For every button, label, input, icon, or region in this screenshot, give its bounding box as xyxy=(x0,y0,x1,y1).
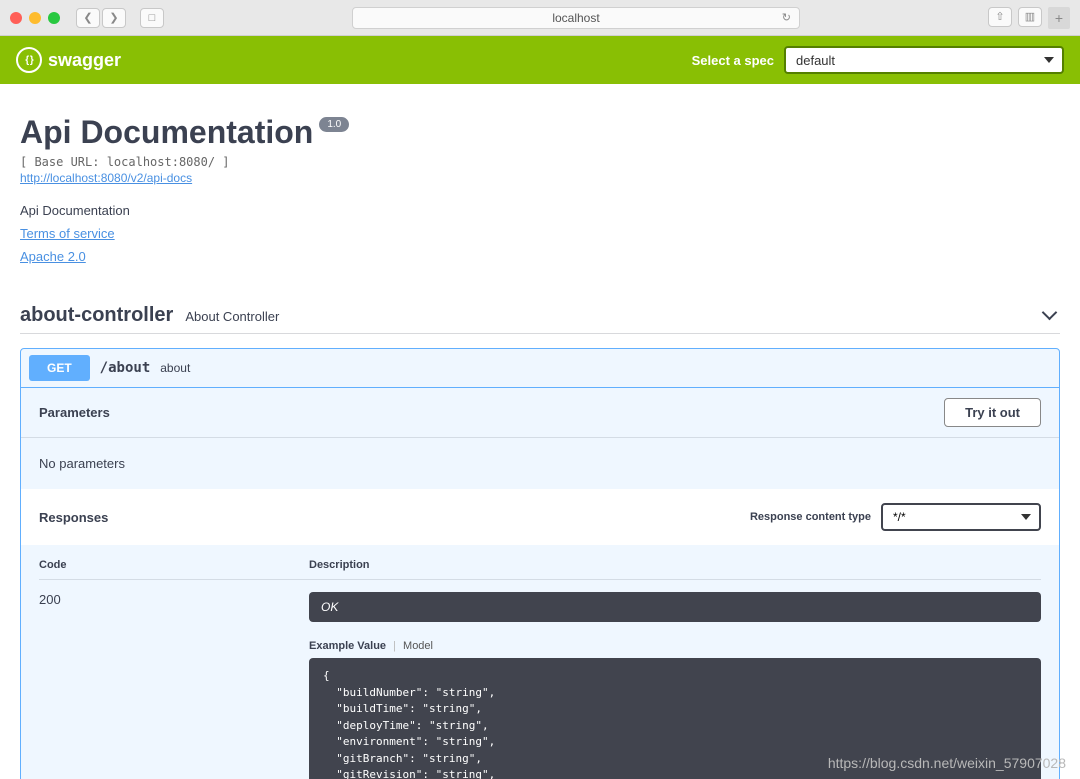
brand-text: swagger xyxy=(48,50,121,71)
back-button[interactable]: ❮ xyxy=(76,8,100,28)
response-row: 200 OK Example Value | Model { "buildNum… xyxy=(39,580,1041,779)
tag-name: about-controller xyxy=(20,304,173,327)
share-button[interactable]: ⇧ xyxy=(988,7,1012,27)
response-content-type: Response content type */* xyxy=(750,503,1041,531)
tag-section: about-controller About Controller GET /a… xyxy=(20,304,1060,779)
parameters-label: Parameters xyxy=(39,405,110,420)
browser-right-icons: ⇧ ▥ + xyxy=(988,7,1070,29)
tab-example-value[interactable]: Example Value xyxy=(309,640,386,652)
operation-block: GET /about about Parameters Try it out N… xyxy=(20,348,1060,779)
method-badge: GET xyxy=(29,355,90,381)
maximize-window-button[interactable] xyxy=(48,12,60,24)
forward-button[interactable]: ❯ xyxy=(102,8,126,28)
responses-header: Responses Response content type */* xyxy=(21,489,1059,545)
api-description: Api Documentation xyxy=(20,203,1060,218)
col-description-header: Description xyxy=(309,559,370,571)
operation-description: about xyxy=(160,361,190,375)
response-code: 200 xyxy=(39,592,309,779)
swagger-icon: { } xyxy=(16,47,42,73)
traffic-lights xyxy=(10,12,60,24)
license-link[interactable]: Apache 2.0 xyxy=(20,249,1060,264)
version-badge: 1.0 xyxy=(319,117,349,132)
url-bar[interactable]: localhost ↻ xyxy=(352,7,800,29)
new-tab-button[interactable]: + xyxy=(1048,7,1070,29)
swagger-logo: { } swagger xyxy=(16,47,121,73)
try-it-out-button[interactable]: Try it out xyxy=(944,398,1041,427)
tag-description: About Controller xyxy=(185,309,279,324)
watermark: https://blog.csdn.net/weixin_57907028 xyxy=(828,755,1066,771)
response-description: OK xyxy=(309,592,1041,622)
refresh-icon[interactable]: ↻ xyxy=(782,11,791,24)
col-code-header: Code xyxy=(39,559,309,571)
example-tabs: Example Value | Model xyxy=(309,640,1041,652)
title-row: Api Documentation 1.0 xyxy=(20,114,1060,151)
close-window-button[interactable] xyxy=(10,12,22,24)
nav-buttons: ❮ ❯ xyxy=(76,8,126,28)
api-title: Api Documentation xyxy=(20,114,313,151)
content-type-dropdown[interactable]: */* xyxy=(881,503,1041,531)
spec-dropdown[interactable]: default xyxy=(784,46,1064,74)
responses-table: Code Description 200 OK Example Value | … xyxy=(21,545,1059,779)
tag-header[interactable]: about-controller About Controller xyxy=(20,304,1060,334)
parameters-header: Parameters Try it out xyxy=(21,388,1059,438)
tab-model[interactable]: Model xyxy=(403,640,433,652)
no-parameters-text: No parameters xyxy=(21,438,1059,489)
responses-table-header: Code Description xyxy=(39,559,1041,580)
base-url: [ Base URL: localhost:8080/ ] xyxy=(20,155,1060,169)
operation-summary[interactable]: GET /about about xyxy=(21,349,1059,388)
operation-path: /about xyxy=(100,360,151,376)
terms-link[interactable]: Terms of service xyxy=(20,226,1060,241)
swagger-topbar: { } swagger Select a spec default xyxy=(0,36,1080,84)
content-type-label: Response content type xyxy=(750,511,871,523)
response-description-cell: OK Example Value | Model { "buildNumber"… xyxy=(309,592,1041,779)
spec-label: Select a spec xyxy=(692,53,774,68)
responses-label: Responses xyxy=(39,510,108,525)
minimize-window-button[interactable] xyxy=(29,12,41,24)
main-content: Api Documentation 1.0 [ Base URL: localh… xyxy=(0,84,1080,779)
browser-chrome: ❮ ❯ □ localhost ↻ ⇧ ▥ + xyxy=(0,0,1080,36)
api-docs-link[interactable]: http://localhost:8080/v2/api-docs xyxy=(20,171,1060,185)
url-text: localhost xyxy=(552,11,599,25)
sidebar-button[interactable]: □ xyxy=(140,8,164,28)
chevron-down-icon xyxy=(1044,305,1060,326)
tabs-button[interactable]: ▥ xyxy=(1018,7,1042,27)
tab-separator: | xyxy=(393,640,396,652)
operation-body: Parameters Try it out No parameters Resp… xyxy=(21,388,1059,779)
spec-selector: Select a spec default xyxy=(692,46,1064,74)
